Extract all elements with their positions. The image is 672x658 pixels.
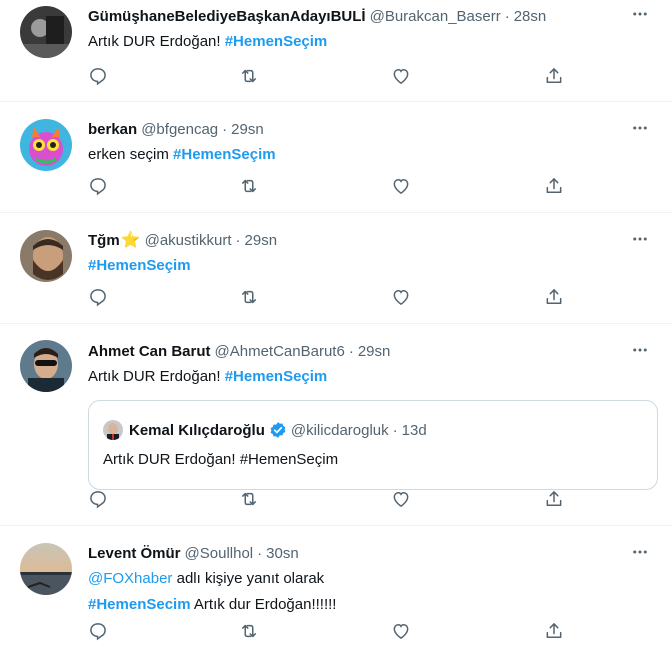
- reply-icon[interactable]: [88, 287, 108, 307]
- avatar[interactable]: [20, 6, 72, 58]
- tweet-time[interactable]: 29sn: [358, 343, 391, 360]
- separator-dot: ·: [504, 7, 510, 25]
- reply-mention-link[interactable]: @FOXhaber: [88, 570, 172, 587]
- tweet-text-plain: erken seçim: [88, 146, 174, 163]
- retweet-icon[interactable]: [239, 489, 259, 509]
- separator-dot: ·: [348, 342, 354, 360]
- share-icon[interactable]: [544, 287, 564, 307]
- tweet-text-plain: Artık DUR Erdoğan!: [88, 33, 225, 50]
- author-name[interactable]: berkan: [88, 121, 137, 138]
- tweet-text: erken seçim #HemenSeçim: [88, 144, 656, 166]
- quoted-author-name[interactable]: Kemal Kılıçdaroğlu: [129, 422, 265, 439]
- reply-icon[interactable]: [88, 621, 108, 641]
- separator-dot: ·: [235, 231, 241, 249]
- author-handle[interactable]: @Burakcan_Baserr: [370, 8, 501, 25]
- like-icon[interactable]: [391, 489, 411, 509]
- avatar[interactable]: [20, 543, 72, 595]
- tweet-text-plain: Artık dur Erdoğan!!!!!!: [190, 596, 337, 613]
- tweet-text-plain: Artık DUR Erdoğan!: [88, 368, 225, 385]
- more-options-icon[interactable]: [630, 4, 650, 24]
- separator-dot: ·: [392, 421, 398, 439]
- reply-icon[interactable]: [88, 489, 108, 509]
- author-name[interactable]: Tğm: [88, 232, 120, 249]
- avatar[interactable]: [20, 340, 72, 392]
- tweet-time[interactable]: 30sn: [266, 545, 299, 562]
- tweet-4[interactable]: Ahmet Can Barut @AhmetCanBarut6 · 29sn A…: [0, 324, 672, 526]
- author-handle[interactable]: @bfgencag: [141, 121, 218, 138]
- retweet-icon[interactable]: [239, 621, 259, 641]
- like-icon[interactable]: [391, 66, 411, 86]
- reply-context-text: adlı kişiye yanıt olarak: [172, 570, 325, 587]
- retweet-icon[interactable]: [239, 287, 259, 307]
- author-name[interactable]: GümüşhaneBelediyeBaşkanAdayıBULİ: [88, 8, 366, 25]
- separator-dot: ·: [222, 120, 228, 138]
- reply-context: @FOXhaber adlı kişiye yanıt olarak: [88, 568, 656, 590]
- tweet-text: #HemenSecim Artık dur Erdoğan!!!!!!: [88, 594, 656, 616]
- share-icon[interactable]: [544, 176, 564, 196]
- tweet-1[interactable]: GümüşhaneBelediyeBaşkanAdayıBULİ @Burakc…: [0, 0, 672, 102]
- author-handle[interactable]: @akustikkurt: [145, 232, 232, 249]
- tweet-text: #HemenSeçim: [88, 255, 656, 277]
- share-icon[interactable]: [544, 489, 564, 509]
- author-name[interactable]: Ahmet Can Barut: [88, 343, 211, 360]
- like-icon[interactable]: [391, 287, 411, 307]
- avatar[interactable]: [20, 119, 72, 171]
- more-options-icon[interactable]: [630, 118, 650, 138]
- quoted-tweet[interactable]: Kemal Kılıçdaroğlu @kilicdarogluk · 13d …: [88, 400, 658, 490]
- tweet-5[interactable]: Levent Ömür @Soullhol · 30sn @FOXhaber a…: [0, 526, 672, 658]
- author-name[interactable]: Levent Ömür: [88, 545, 181, 562]
- more-options-icon[interactable]: [630, 229, 650, 249]
- share-icon[interactable]: [544, 621, 564, 641]
- hashtag-link[interactable]: #HemenSeçim: [225, 33, 328, 50]
- quoted-avatar[interactable]: [103, 420, 123, 440]
- share-icon[interactable]: [544, 66, 564, 86]
- like-icon[interactable]: [391, 621, 411, 641]
- tweet-3[interactable]: Tğm ⭐ @akustikkurt · 29sn #HemenSeçim: [0, 213, 672, 324]
- more-options-icon[interactable]: [630, 340, 650, 360]
- retweet-icon[interactable]: [239, 176, 259, 196]
- hashtag-link[interactable]: #HemenSeçim: [225, 368, 328, 385]
- author-handle[interactable]: @AhmetCanBarut6: [215, 343, 345, 360]
- tweet-2[interactable]: berkan @bfgencag · 29sn erken seçim #Hem…: [0, 102, 672, 213]
- more-options-icon[interactable]: [630, 542, 650, 562]
- hashtag-link[interactable]: #HemenSecim: [88, 596, 191, 613]
- star-emoji: ⭐: [120, 232, 141, 249]
- separator-dot: ·: [257, 544, 263, 562]
- tweet-time[interactable]: 29sn: [245, 232, 278, 249]
- hashtag-link[interactable]: #HemenSeçim: [88, 257, 191, 274]
- tweet-text: Artık DUR Erdoğan! #HemenSeçim: [88, 31, 656, 53]
- reply-icon[interactable]: [88, 176, 108, 196]
- hashtag-link[interactable]: #HemenSeçim: [173, 146, 276, 163]
- retweet-icon[interactable]: [239, 66, 259, 86]
- like-icon[interactable]: [391, 176, 411, 196]
- avatar[interactable]: [20, 230, 72, 282]
- verified-badge-icon: [269, 421, 287, 439]
- tweet-text: Artık DUR Erdoğan! #HemenSeçim: [88, 366, 656, 388]
- author-handle[interactable]: @Soullhol: [185, 545, 254, 562]
- quoted-author-handle[interactable]: @kilicdarogluk: [291, 422, 389, 439]
- quoted-tweet-time[interactable]: 13d: [402, 422, 427, 439]
- tweet-time[interactable]: 28sn: [514, 8, 547, 25]
- reply-icon[interactable]: [88, 66, 108, 86]
- quoted-tweet-text: Artık DUR Erdoğan! #HemenSeçim: [103, 451, 339, 468]
- tweet-time[interactable]: 29sn: [231, 121, 264, 138]
